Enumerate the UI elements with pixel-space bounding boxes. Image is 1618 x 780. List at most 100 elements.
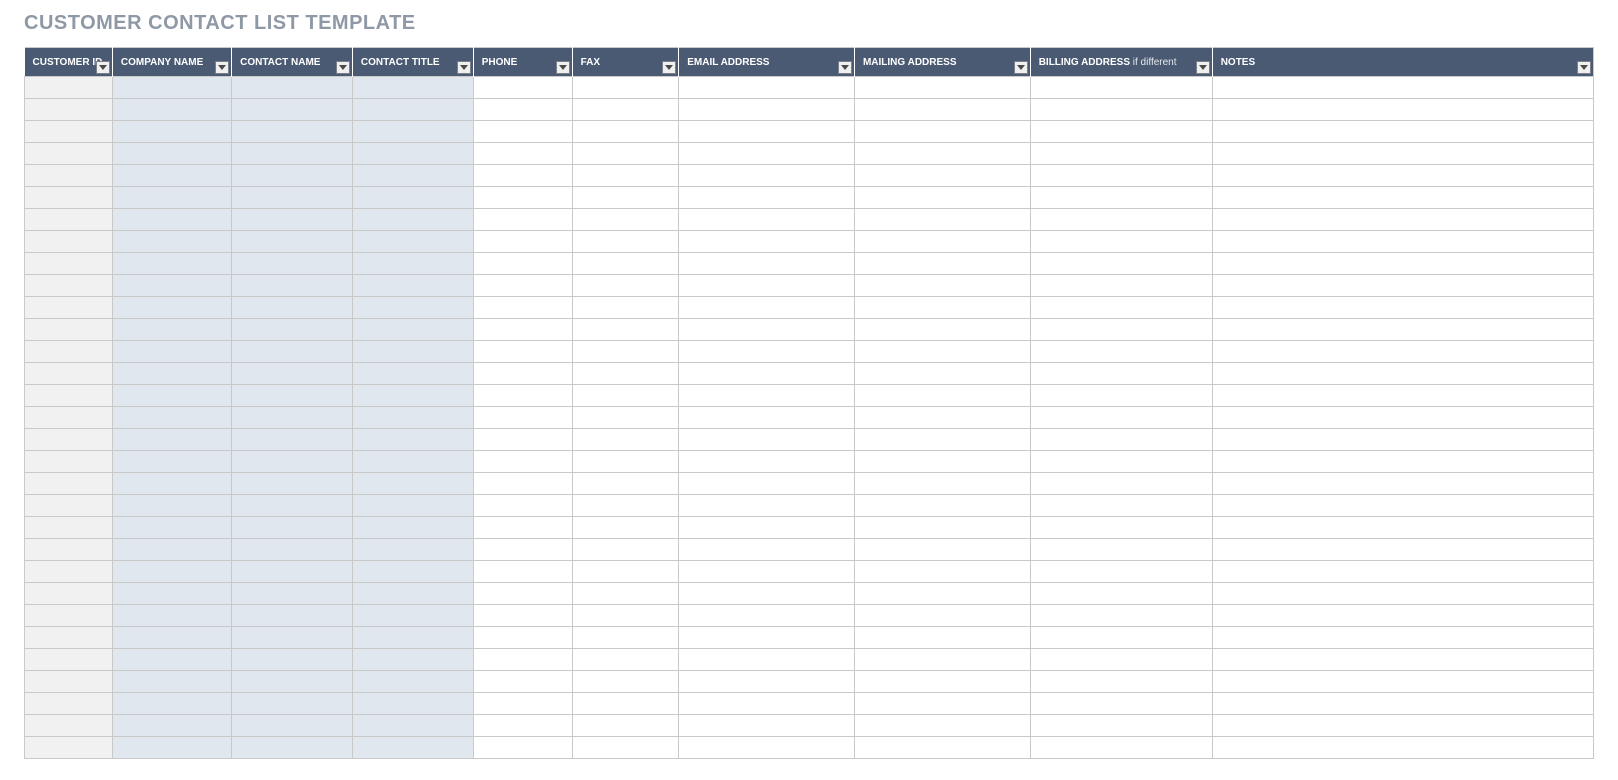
- cell[interactable]: [25, 583, 113, 605]
- cell[interactable]: [1212, 253, 1593, 275]
- cell[interactable]: [25, 627, 113, 649]
- cell[interactable]: [572, 121, 679, 143]
- cell[interactable]: [352, 737, 473, 759]
- cell[interactable]: [25, 341, 113, 363]
- cell[interactable]: [572, 209, 679, 231]
- cell[interactable]: [232, 693, 353, 715]
- cell[interactable]: [473, 451, 572, 473]
- cell[interactable]: [1030, 209, 1212, 231]
- cell[interactable]: [572, 253, 679, 275]
- cell[interactable]: [232, 627, 353, 649]
- cell[interactable]: [854, 407, 1030, 429]
- cell[interactable]: [112, 517, 231, 539]
- cell[interactable]: [352, 627, 473, 649]
- cell[interactable]: [679, 253, 855, 275]
- cell[interactable]: [112, 231, 231, 253]
- cell[interactable]: [112, 451, 231, 473]
- cell[interactable]: [473, 583, 572, 605]
- cell[interactable]: [1212, 121, 1593, 143]
- cell[interactable]: [25, 693, 113, 715]
- cell[interactable]: [679, 297, 855, 319]
- cell[interactable]: [232, 715, 353, 737]
- cell[interactable]: [1212, 385, 1593, 407]
- cell[interactable]: [1212, 297, 1593, 319]
- filter-dropdown-icon[interactable]: [457, 61, 471, 74]
- cell[interactable]: [112, 319, 231, 341]
- cell[interactable]: [1030, 143, 1212, 165]
- cell[interactable]: [854, 253, 1030, 275]
- cell[interactable]: [572, 99, 679, 121]
- cell[interactable]: [232, 99, 353, 121]
- cell[interactable]: [1212, 319, 1593, 341]
- cell[interactable]: [854, 143, 1030, 165]
- cell[interactable]: [473, 671, 572, 693]
- cell[interactable]: [1212, 209, 1593, 231]
- cell[interactable]: [25, 187, 113, 209]
- cell[interactable]: [854, 561, 1030, 583]
- cell[interactable]: [352, 253, 473, 275]
- cell[interactable]: [1212, 165, 1593, 187]
- cell[interactable]: [473, 627, 572, 649]
- cell[interactable]: [854, 231, 1030, 253]
- cell[interactable]: [112, 473, 231, 495]
- cell[interactable]: [352, 429, 473, 451]
- cell[interactable]: [112, 165, 231, 187]
- cell[interactable]: [112, 539, 231, 561]
- filter-dropdown-icon[interactable]: [838, 61, 852, 74]
- cell[interactable]: [679, 451, 855, 473]
- cell[interactable]: [232, 429, 353, 451]
- cell[interactable]: [352, 363, 473, 385]
- cell[interactable]: [854, 539, 1030, 561]
- cell[interactable]: [1212, 231, 1593, 253]
- cell[interactable]: [473, 319, 572, 341]
- cell[interactable]: [473, 693, 572, 715]
- cell[interactable]: [854, 517, 1030, 539]
- cell[interactable]: [1030, 121, 1212, 143]
- cell[interactable]: [1030, 275, 1212, 297]
- cell[interactable]: [352, 495, 473, 517]
- cell[interactable]: [1212, 341, 1593, 363]
- cell[interactable]: [232, 407, 353, 429]
- cell[interactable]: [679, 693, 855, 715]
- cell[interactable]: [572, 737, 679, 759]
- cell[interactable]: [25, 517, 113, 539]
- cell[interactable]: [473, 165, 572, 187]
- cell[interactable]: [352, 231, 473, 253]
- cell[interactable]: [679, 605, 855, 627]
- cell[interactable]: [572, 605, 679, 627]
- cell[interactable]: [572, 187, 679, 209]
- cell[interactable]: [854, 627, 1030, 649]
- cell[interactable]: [1212, 495, 1593, 517]
- cell[interactable]: [25, 539, 113, 561]
- cell[interactable]: [232, 649, 353, 671]
- cell[interactable]: [232, 297, 353, 319]
- cell[interactable]: [572, 319, 679, 341]
- cell[interactable]: [1030, 517, 1212, 539]
- cell[interactable]: [572, 341, 679, 363]
- cell[interactable]: [112, 561, 231, 583]
- cell[interactable]: [854, 165, 1030, 187]
- cell[interactable]: [232, 143, 353, 165]
- cell[interactable]: [572, 473, 679, 495]
- cell[interactable]: [1212, 363, 1593, 385]
- cell[interactable]: [1212, 627, 1593, 649]
- cell[interactable]: [25, 209, 113, 231]
- cell[interactable]: [25, 561, 113, 583]
- cell[interactable]: [352, 99, 473, 121]
- cell[interactable]: [232, 231, 353, 253]
- cell[interactable]: [473, 363, 572, 385]
- cell[interactable]: [112, 143, 231, 165]
- cell[interactable]: [473, 77, 572, 99]
- cell[interactable]: [232, 539, 353, 561]
- cell[interactable]: [25, 495, 113, 517]
- cell[interactable]: [473, 187, 572, 209]
- cell[interactable]: [572, 495, 679, 517]
- cell[interactable]: [25, 649, 113, 671]
- cell[interactable]: [112, 297, 231, 319]
- cell[interactable]: [854, 715, 1030, 737]
- cell[interactable]: [112, 583, 231, 605]
- cell[interactable]: [25, 451, 113, 473]
- cell[interactable]: [473, 561, 572, 583]
- filter-dropdown-icon[interactable]: [1196, 61, 1210, 74]
- cell[interactable]: [679, 363, 855, 385]
